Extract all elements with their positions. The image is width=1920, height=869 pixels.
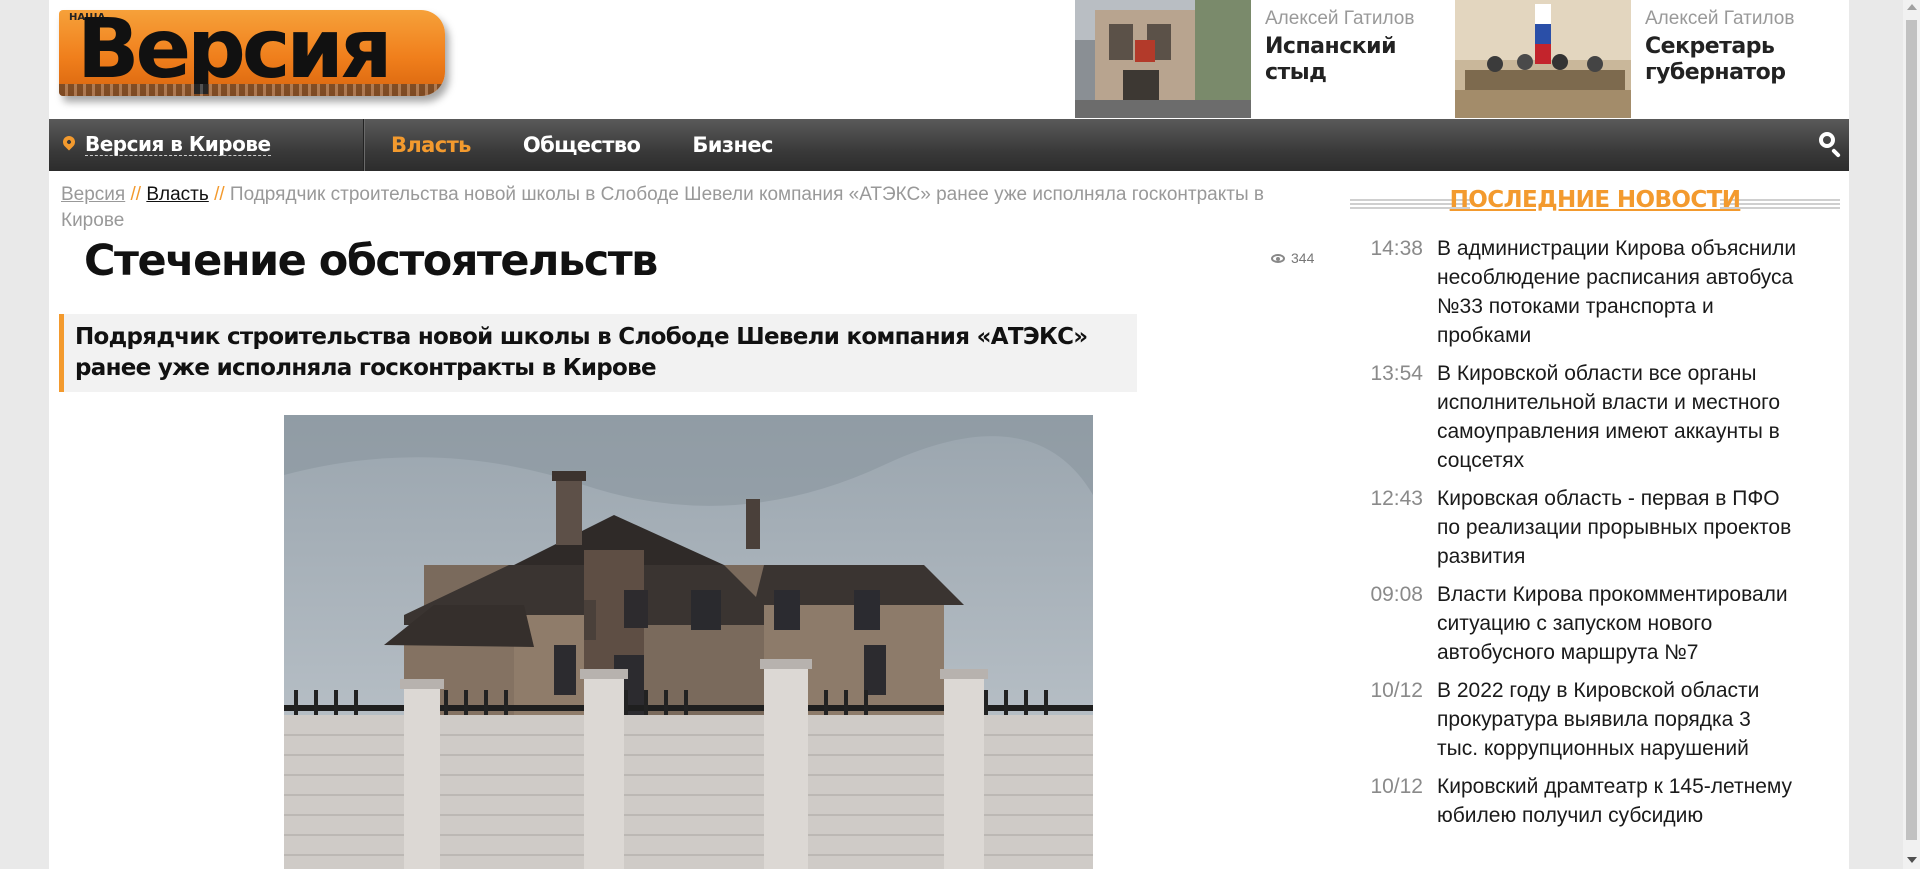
news-link[interactable]: В Кировской области все органы исполните… bbox=[1437, 359, 1797, 475]
news-item[interactable]: 13:54 В Кировской области все органы исп… bbox=[1350, 359, 1840, 475]
breadcrumb-separator: // bbox=[214, 184, 225, 205]
map-pin-icon bbox=[60, 133, 78, 151]
nav-menu: Власть Общество Бизнес bbox=[391, 119, 825, 171]
header: НАША Версия Алексей Гатилов Испанский ст… bbox=[49, 0, 1849, 118]
main-nav: Версия в Кирове Власть Общество Бизнес bbox=[49, 119, 1849, 171]
news-list: 14:38 В администрации Кирова объяснили н… bbox=[1350, 234, 1840, 839]
view-count-value: 344 bbox=[1291, 250, 1315, 266]
breadcrumb-home[interactable]: Версия bbox=[61, 184, 125, 205]
scrollbar-thumb[interactable] bbox=[1906, 20, 1917, 840]
news-item[interactable]: 10/12 Кировский драмтеатр к 145-летнему … bbox=[1350, 772, 1840, 830]
news-time: 14:38 bbox=[1370, 237, 1423, 260]
building-photo[interactable] bbox=[1075, 0, 1251, 118]
news-item[interactable]: 10/12 В 2022 году в Кировской области пр… bbox=[1350, 676, 1840, 763]
search-icon bbox=[1819, 132, 1835, 148]
news-link[interactable]: Кировская область - первая в ПФО по реал… bbox=[1437, 484, 1797, 571]
sidebar-header: ПОСЛЕДНИЕ НОВОСТИ bbox=[1350, 182, 1840, 226]
nav-item-vlast[interactable]: Власть bbox=[391, 119, 471, 171]
news-time: 10/12 bbox=[1370, 775, 1423, 798]
news-item[interactable]: 09:08 Власти Кирова прокомментировали си… bbox=[1350, 580, 1840, 667]
meeting-photo[interactable] bbox=[1455, 0, 1631, 118]
promo-card[interactable]: Алексей Гатилов Испанский стыд bbox=[1075, 0, 1455, 118]
promo-title[interactable]: Секретарь губернатор bbox=[1645, 34, 1835, 86]
news-time: 10/12 bbox=[1370, 679, 1423, 702]
news-time: 13:54 bbox=[1370, 362, 1423, 385]
page: НАША Версия Алексей Гатилов Испанский ст… bbox=[49, 0, 1849, 869]
news-item[interactable]: 12:43 Кировская область - первая в ПФО п… bbox=[1350, 484, 1840, 571]
eye-icon bbox=[1271, 253, 1285, 263]
breadcrumb-current: Подрядчик строительства новой школы в Сл… bbox=[61, 184, 1264, 231]
news-time: 09:08 bbox=[1370, 583, 1423, 606]
nav-item-biznes[interactable]: Бизнес bbox=[692, 119, 773, 171]
promo-title[interactable]: Испанский стыд bbox=[1265, 34, 1455, 86]
location-label[interactable]: Версия в Кирове bbox=[85, 133, 271, 156]
site-logo[interactable]: НАША Версия bbox=[59, 10, 445, 96]
news-time: 12:43 bbox=[1370, 487, 1423, 510]
news-link[interactable]: В администрации Кирова объяснили несоблю… bbox=[1437, 234, 1797, 350]
news-link[interactable]: Власти Кирова прокомментировали ситуацию… bbox=[1437, 580, 1797, 667]
breadcrumb: Версия // Власть // Подрядчик строительс… bbox=[61, 182, 1331, 234]
promo-card[interactable]: Алексей Гатилов Секретарь губернатор bbox=[1455, 0, 1849, 118]
breadcrumb-section[interactable]: Власть bbox=[146, 184, 208, 205]
house-photo[interactable] bbox=[284, 415, 1093, 869]
article-lead: Подрядчик строительства новой школы в Сл… bbox=[59, 314, 1137, 392]
article-lead-text: Подрядчик строительства новой школы в Сл… bbox=[75, 324, 1088, 381]
location-selector[interactable]: Версия в Кирове bbox=[49, 119, 364, 171]
view-count: 344 bbox=[1271, 250, 1314, 266]
news-item[interactable]: 14:38 В администрации Кирова объяснили н… bbox=[1350, 234, 1840, 350]
sidebar: ПОСЛЕДНИЕ НОВОСТИ 14:38 В администрации … bbox=[1350, 182, 1840, 827]
news-link[interactable]: Кировский драмтеатр к 145-летнему юбилею… bbox=[1437, 772, 1797, 830]
news-link[interactable]: В 2022 году в Кировской области прокурат… bbox=[1437, 676, 1797, 763]
promo-author: Алексей Гатилов bbox=[1645, 8, 1795, 29]
search-button[interactable] bbox=[1797, 119, 1849, 171]
nav-item-obshchestvo[interactable]: Общество bbox=[523, 119, 641, 171]
breadcrumb-separator: // bbox=[130, 184, 142, 205]
sidebar-title[interactable]: ПОСЛЕДНИЕ НОВОСТИ bbox=[1350, 187, 1840, 213]
promo-author: Алексей Гатилов bbox=[1265, 8, 1415, 29]
article-title: Стечение обстоятельств bbox=[84, 236, 658, 286]
scroll-down-icon[interactable] bbox=[1907, 857, 1917, 863]
window-scrollbar[interactable] bbox=[1903, 0, 1920, 869]
logo-stripe bbox=[59, 84, 445, 96]
scroll-up-icon[interactable] bbox=[1907, 4, 1917, 10]
